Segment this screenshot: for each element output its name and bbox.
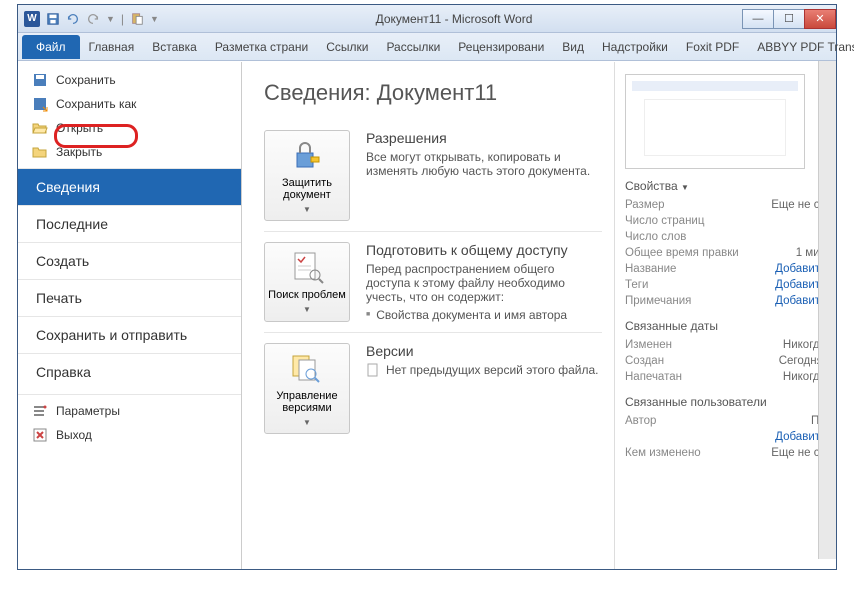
qat-dropdown2-icon[interactable]: ▼ xyxy=(150,14,159,24)
folder-close-icon xyxy=(32,144,48,160)
redo-icon[interactable] xyxy=(86,12,100,26)
sidebar-save-label: Сохранить xyxy=(56,73,116,87)
scrollbar-vertical[interactable] xyxy=(818,61,836,559)
sidebar-share[interactable]: Сохранить и отправить xyxy=(18,316,241,353)
save-icon xyxy=(32,72,48,88)
property-label: Напечатан xyxy=(625,371,682,383)
prepare-text: Перед распространением общего доступа к … xyxy=(366,262,602,304)
title-bar: W ▼ | ▼ Документ11 - Microsoft Word — ☐ … xyxy=(18,5,836,33)
paste-icon[interactable] xyxy=(130,12,144,26)
property-label: Изменен xyxy=(625,339,672,351)
manage-versions-button[interactable]: Управление версиями▼ xyxy=(264,343,350,434)
tab-review[interactable]: Рецензировани xyxy=(449,36,553,58)
permissions-heading: Разрешения xyxy=(366,130,602,146)
folder-open-icon xyxy=(32,120,48,136)
property-row: ИзмененНикогда xyxy=(625,337,826,353)
property-label: Создан xyxy=(625,355,664,367)
property-label: Число страниц xyxy=(625,215,704,227)
tab-abbyy[interactable]: ABBYY PDF Trans xyxy=(748,36,854,58)
word-icon: W xyxy=(24,11,40,27)
exit-icon xyxy=(32,427,48,443)
property-row: НазваниеДобавить xyxy=(625,261,826,277)
property-row: СозданСегодня, xyxy=(625,353,826,369)
properties-dropdown[interactable]: Свойства ▼ xyxy=(625,179,826,193)
check-issues-button[interactable]: Поиск проблем▼ xyxy=(264,242,350,322)
doc-icon xyxy=(366,363,380,377)
prepare-bullet: Свойства документа и имя автора xyxy=(366,308,602,322)
tab-foxit[interactable]: Foxit PDF xyxy=(677,36,748,58)
sidebar-saveas-label: Сохранить как xyxy=(56,97,136,111)
versions-label: Управление версиями xyxy=(267,390,347,414)
users-heading: Связанные пользователи xyxy=(625,395,826,409)
minimize-button[interactable]: — xyxy=(742,9,774,29)
sidebar-saveas[interactable]: Сохранить как xyxy=(18,92,241,116)
tab-insert[interactable]: Вставка xyxy=(143,36,206,58)
sidebar-open-label: Открыть xyxy=(56,121,103,135)
property-label: Автор xyxy=(625,415,656,427)
qat-dropdown-icon[interactable]: ▼ xyxy=(106,14,115,24)
sidebar-exit-label: Выход xyxy=(56,428,92,442)
saveas-icon xyxy=(32,96,48,112)
permissions-text: Все могут открывать, копировать и изменя… xyxy=(366,150,602,178)
info-panel: Сведения: Документ11 Защитить документ▼ … xyxy=(242,62,614,569)
property-row: Общее время правки1 мин xyxy=(625,245,826,261)
save-icon[interactable] xyxy=(46,12,60,26)
property-label: Название xyxy=(625,263,676,275)
check-label: Поиск проблем xyxy=(268,289,346,301)
sidebar-help[interactable]: Справка xyxy=(18,353,241,390)
maximize-button[interactable]: ☐ xyxy=(773,9,805,29)
property-label: Размер xyxy=(625,199,665,211)
property-label: Кем изменено xyxy=(625,447,701,459)
sidebar-close-label: Закрыть xyxy=(56,145,102,159)
property-row: Число слов0 xyxy=(625,229,826,245)
window-title: Документ11 - Microsoft Word xyxy=(165,12,743,26)
property-row: РазмерЕще не со xyxy=(625,197,826,213)
property-label: Общее время правки xyxy=(625,247,739,259)
properties-panel: Свойства ▼ РазмерЕще не со Число страниц Ч… xyxy=(614,62,836,569)
protect-label: Защитить документ xyxy=(267,177,347,201)
sidebar-new[interactable]: Создать xyxy=(18,242,241,279)
tab-references[interactable]: Ссылки xyxy=(317,36,377,58)
sidebar-options[interactable]: Параметры xyxy=(18,399,241,423)
property-row: НапечатанНикогда xyxy=(625,369,826,385)
prepare-heading: Подготовить к общему доступу xyxy=(366,242,602,258)
versions-text: Нет предыдущих версий этого файла. xyxy=(386,363,599,377)
sidebar-open[interactable]: Открыть xyxy=(18,116,241,140)
property-row: Число страниц xyxy=(625,213,826,229)
sidebar-info[interactable]: Сведения xyxy=(18,168,241,205)
options-icon xyxy=(32,403,48,419)
sidebar-close[interactable]: Закрыть xyxy=(18,140,241,164)
sidebar-print[interactable]: Печать xyxy=(18,279,241,316)
property-row: ТегиДобавить xyxy=(625,277,826,293)
sidebar-recent[interactable]: Последние xyxy=(18,205,241,242)
property-label: Примечания xyxy=(625,295,691,307)
sidebar-options-label: Параметры xyxy=(56,404,120,418)
tab-view[interactable]: Вид xyxy=(553,36,593,58)
tab-mailings[interactable]: Рассылки xyxy=(377,36,449,58)
close-button[interactable]: ✕ xyxy=(804,9,836,29)
tab-file[interactable]: Файл xyxy=(22,35,80,59)
tab-layout[interactable]: Разметка страни xyxy=(206,36,317,58)
tab-home[interactable]: Главная xyxy=(80,36,144,58)
sidebar-exit[interactable]: Выход xyxy=(18,423,241,447)
sidebar-save[interactable]: Сохранить xyxy=(18,68,241,92)
ribbon-tabs: Файл Главная Вставка Разметка страни Ссы… xyxy=(18,33,836,61)
lock-icon xyxy=(289,137,325,173)
tab-addins[interactable]: Надстройки xyxy=(593,36,677,58)
versions-heading: Версии xyxy=(366,343,602,359)
property-label: Теги xyxy=(625,279,648,291)
property-row: АвторПК xyxy=(625,413,826,429)
property-row: ПримечанияДобавить xyxy=(625,293,826,309)
checklist-icon xyxy=(289,249,325,285)
property-row: Добавить xyxy=(625,429,826,445)
versions-icon xyxy=(289,350,325,386)
property-row: Кем измененоЕще не со xyxy=(625,445,826,461)
info-title: Сведения: Документ11 xyxy=(264,80,602,106)
dates-heading: Связанные даты xyxy=(625,319,826,333)
property-label: Число слов xyxy=(625,231,686,243)
document-thumbnail[interactable] xyxy=(625,74,805,169)
undo-icon[interactable] xyxy=(66,12,80,26)
protect-document-button[interactable]: Защитить документ▼ xyxy=(264,130,350,221)
backstage-sidebar: Сохранить Сохранить как Открыть Закрыть … xyxy=(18,62,242,569)
